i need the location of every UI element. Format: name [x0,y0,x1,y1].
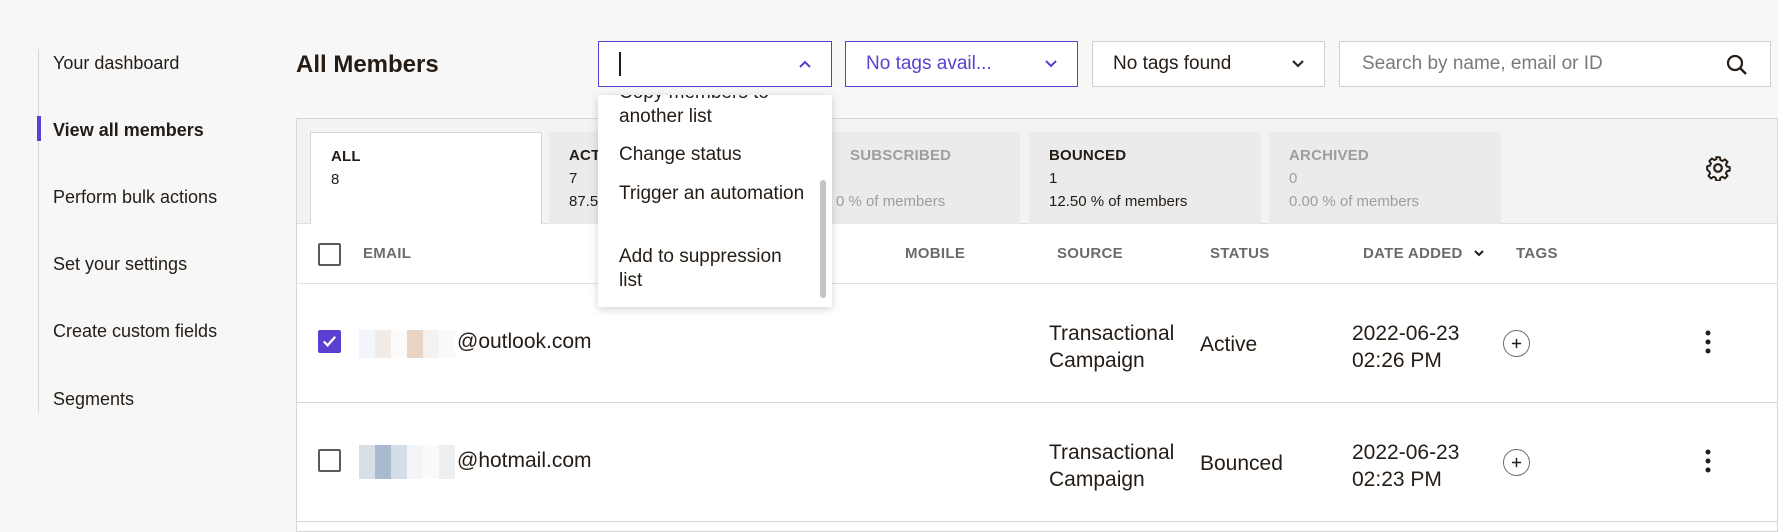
member-date-added: 2022-06-23 02:23 PM [1352,439,1459,493]
sort-desc-icon [1474,250,1484,257]
text-cursor [619,52,621,76]
page-title: All Members [296,51,439,78]
tab-percent: 0.00 % of members [1289,193,1420,210]
tab-label: ALL [331,148,361,165]
tab-count: 8 [331,171,340,188]
column-header-date-added-label: DATE ADDED [1363,245,1463,262]
column-header-tags[interactable]: TAGS [1516,245,1558,262]
chevron-up-icon [799,60,811,68]
member-source: Transactional Campaign [1049,320,1174,374]
table-header: EMAIL MOBILE SOURCE STATUS DATE ADDED TA… [297,224,1777,284]
menu-item-add-suppression[interactable]: Add to suppression list [619,245,809,293]
member-source-line1: Transactional [1049,322,1175,345]
table-row[interactable]: @outlook.com Transactional Campaign Acti… [297,284,1777,403]
column-header-status[interactable]: STATUS [1210,245,1270,262]
tab-percent: 12.50 % of members [1049,193,1188,210]
add-tag-button[interactable] [1503,330,1530,357]
table-row[interactable]: @hotmail.com Transactional Campaign Boun… [297,403,1777,522]
sidebar-item-bulk-actions[interactable]: Perform bulk actions [53,187,217,208]
member-date: 2022-06-23 [1352,441,1460,464]
select-all-checkbox[interactable] [318,243,341,266]
member-time: 02:26 PM [1352,349,1442,372]
chevron-down-icon [1292,60,1304,68]
tags-filter-dropdown-value: No tags avail... [866,53,992,74]
member-source: Transactional Campaign [1049,439,1174,493]
sidebar: Your dashboard View all members Perform … [37,49,258,413]
tags-filter-dropdown[interactable]: No tags avail... [845,41,1078,87]
redacted-email-user [359,445,455,479]
tab-label: BOUNCED [1049,147,1127,164]
more-options-icon[interactable] [1704,449,1712,473]
member-time: 02:23 PM [1352,468,1442,491]
row-checkbox[interactable] [318,330,341,353]
more-options-icon[interactable] [1704,330,1712,354]
tab-count: 0 [1289,170,1298,187]
sidebar-item-settings[interactable]: Set your settings [53,254,187,275]
bulk-action-dropdown[interactable] [598,41,832,87]
sidebar-active-indicator [37,116,41,141]
sidebar-item-segments[interactable]: Segments [53,389,134,410]
tab-bounced[interactable]: BOUNCED 1 12.50 % of members [1029,132,1261,224]
column-header-email[interactable]: EMAIL [363,245,411,262]
tab-percent: 0 % of members [836,193,946,210]
tab-archived[interactable]: ARCHIVED 0 0.00 % of members [1269,132,1501,224]
plus-icon [1511,457,1522,468]
menu-scrollbar[interactable] [820,180,826,298]
add-tag-button[interactable] [1503,449,1530,476]
plus-icon [1511,338,1522,349]
redacted-email-user [359,330,455,358]
tab-label: SUBSCRIBED [850,147,952,164]
menu-item-change-status[interactable]: Change status [619,143,809,167]
tags-exclude-dropdown-value: No tags found [1113,53,1232,74]
status-tabs: ALL 8 ACT 7 87.5 SUBSCRIBED 0 % of membe… [297,119,1777,224]
checkmark-icon [322,335,337,347]
tab-all[interactable]: ALL 8 [310,132,542,224]
menu-item-trigger-automation[interactable]: Trigger an automation [619,182,809,206]
member-date-added: 2022-06-23 02:26 PM [1352,320,1459,374]
member-email[interactable]: @hotmail.com [457,449,592,473]
tab-count: 1 [1049,170,1058,187]
member-status: Active [1200,333,1258,356]
member-source-line1: Transactional [1049,441,1175,464]
chevron-down-icon [1045,60,1057,68]
gear-icon[interactable] [1705,155,1731,181]
search-icon[interactable] [1726,54,1748,76]
tags-exclude-dropdown[interactable]: No tags found [1092,41,1325,87]
column-header-mobile[interactable]: MOBILE [905,245,965,262]
menu-item-copy-members[interactable]: Copy members to another list [619,95,809,129]
tab-count [808,170,1000,187]
row-checkbox[interactable] [318,449,341,472]
sidebar-item-dashboard[interactable]: Your dashboard [53,53,179,74]
member-source-line2: Campaign [1049,349,1145,372]
bulk-action-menu: Copy members to another list Change stat… [598,95,832,307]
tab-label: ARCHIVED [1289,147,1369,164]
member-date: 2022-06-23 [1352,322,1460,345]
sidebar-item-custom-fields[interactable]: Create custom fields [53,321,217,342]
column-header-source[interactable]: SOURCE [1057,245,1123,262]
members-panel: ALL 8 ACT 7 87.5 SUBSCRIBED 0 % of membe… [296,118,1778,532]
member-source-line2: Campaign [1049,468,1145,491]
search-box [1339,41,1771,87]
search-input[interactable] [1340,53,1700,75]
sidebar-item-view-all-members[interactable]: View all members [53,120,204,141]
member-email[interactable]: @outlook.com [457,330,592,354]
member-status: Bounced [1200,452,1283,475]
column-header-date-added[interactable]: DATE ADDED [1363,245,1485,262]
